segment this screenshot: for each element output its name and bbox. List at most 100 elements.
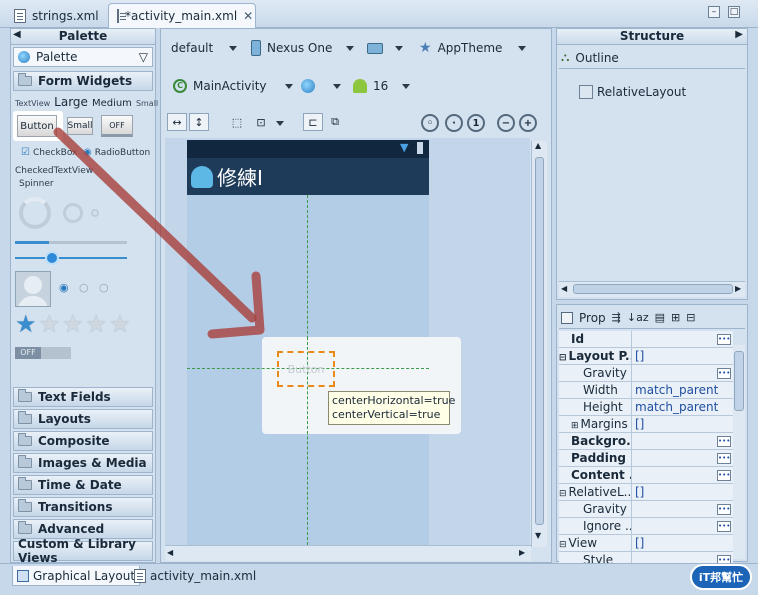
property-row[interactable]: Ignore ... •••	[559, 518, 733, 535]
collapse-right-icon[interactable]: ▶	[735, 29, 743, 40]
scroll-right-icon[interactable]: ▶	[735, 284, 741, 293]
collapse-icon[interactable]: ⊟	[559, 353, 567, 363]
property-value[interactable]: []	[631, 535, 733, 551]
show-advanced-icon[interactable]: ⇶	[612, 311, 621, 324]
property-value[interactable]: •••	[631, 331, 733, 347]
property-name-text: Gravity	[583, 366, 627, 380]
browse-button[interactable]: •••	[717, 435, 731, 447]
property-row[interactable]: ⊟Layout P... []	[559, 348, 733, 365]
canvas-horizontal-scrollbar[interactable]: ◀ ▶	[165, 545, 531, 561]
property-name: Height	[559, 400, 631, 414]
property-value-text: []	[635, 349, 645, 363]
property-name-text: Content ...	[571, 468, 631, 482]
properties-panel: Prop ⇶ ↓az ▤ ⊞ ⊟ Id•••⊟Layout P...[]Grav…	[556, 304, 748, 569]
bottom-tab-label: Graphical Layout	[33, 568, 136, 583]
property-name: Gravity	[559, 502, 631, 516]
bottom-tab-label: activity_main.xml	[150, 569, 257, 583]
editor-bottom-tabs: Graphical Layout activity_main.xml iT邦幫忙	[0, 563, 758, 595]
scroll-up-icon[interactable]: ▲	[535, 141, 541, 150]
property-value[interactable]: •••	[631, 433, 733, 449]
outline-tree-item-relativelayout[interactable]: RelativeLayout	[579, 85, 686, 99]
property-name: Id	[559, 332, 631, 346]
outline-label: Outline	[575, 50, 619, 65]
outline-horizontal-scrollbar[interactable]: ◀ ▶	[559, 281, 745, 297]
property-row[interactable]: Backgro... •••	[559, 433, 733, 450]
property-row[interactable]: ⊞ Margins []	[559, 416, 733, 433]
property-value-text: match_parent	[635, 400, 719, 414]
property-name-text: Ignore ...	[583, 519, 631, 533]
browse-button[interactable]: •••	[717, 333, 731, 345]
properties-header: Prop ⇶ ↓az ▤ ⊞ ⊟	[559, 307, 745, 329]
collapse-all-icon[interactable]: ⊟	[686, 311, 695, 324]
scroll-left-icon[interactable]: ◀	[167, 548, 173, 557]
property-name-text: Padding ...	[571, 451, 631, 465]
collapse-icon[interactable]: ⊟	[559, 489, 567, 499]
scroll-right-icon[interactable]: ▶	[519, 548, 525, 557]
property-row[interactable]: ⊟ View []	[559, 535, 733, 552]
expand-icon[interactable]: ⊞	[571, 421, 579, 431]
properties-icon	[561, 311, 573, 324]
property-name: Ignore ...	[559, 519, 631, 533]
property-value-text: match_parent	[635, 383, 719, 397]
scroll-thumb[interactable]	[734, 351, 744, 411]
scroll-down-icon[interactable]: ▼	[535, 531, 541, 540]
property-value-text: []	[635, 417, 645, 431]
property-name: Width	[559, 383, 631, 397]
property-name: Padding ...	[559, 451, 631, 465]
property-row[interactable]: ⊟ RelativeL... []	[559, 484, 733, 501]
property-value[interactable]: []	[631, 484, 733, 500]
property-row[interactable]: Gravity •••	[559, 501, 733, 518]
property-row[interactable]: Content ... •••	[559, 467, 733, 484]
property-name: Content ...	[559, 468, 631, 482]
structure-header: Structure ▶	[557, 29, 747, 45]
property-name-text: Id	[571, 332, 585, 346]
properties-scrollbar[interactable]	[733, 345, 745, 559]
property-row[interactable]: Gravity •••	[559, 365, 733, 382]
property-row[interactable]: Width match_parent	[559, 382, 733, 399]
property-value-text: []	[635, 536, 645, 550]
browse-button[interactable]: •••	[717, 503, 731, 515]
scroll-left-icon[interactable]: ◀	[561, 284, 567, 293]
property-value[interactable]: match_parent	[631, 382, 733, 398]
property-name: ⊟ RelativeL...	[559, 485, 631, 499]
property-value[interactable]: •••	[631, 450, 733, 466]
property-value[interactable]: •••	[631, 467, 733, 483]
property-value[interactable]: match_parent	[631, 399, 733, 415]
property-name-text: View	[568, 536, 598, 550]
property-row[interactable]: Height match_parent	[559, 399, 733, 416]
outline-view-header[interactable]: ⛬ Outline	[559, 47, 745, 69]
canvas-vertical-scrollbar[interactable]: ▲ ▼	[531, 141, 547, 547]
property-name: Gravity	[559, 366, 631, 380]
property-value[interactable]: []	[631, 416, 733, 432]
collapse-icon[interactable]: ⊟	[559, 540, 567, 550]
scroll-thumb[interactable]	[535, 157, 544, 525]
property-row[interactable]: Padding ... •••	[559, 450, 733, 467]
filter-icon[interactable]: ▤	[655, 311, 665, 324]
property-name-text: Layout P...	[568, 349, 631, 363]
property-row[interactable]: Id •••	[559, 331, 733, 348]
outline-icon: ⛬	[561, 50, 570, 64]
browse-button[interactable]: •••	[717, 452, 731, 464]
scroll-thumb[interactable]	[573, 284, 733, 294]
browse-button[interactable]: •••	[717, 469, 731, 481]
structure-panel: Structure ▶ ⛬ Outline RelativeLayout ◀ ▶	[556, 28, 748, 300]
tab-graphical-layout[interactable]: Graphical Layout	[12, 566, 141, 586]
tab-activity-main-source[interactable]: activity_main.xml	[130, 566, 260, 586]
property-name: ⊞ Margins	[559, 417, 631, 431]
graphical-layout-icon	[17, 569, 29, 582]
properties-title: Prop	[579, 310, 606, 325]
property-name-text: Margins	[580, 417, 628, 431]
property-value[interactable]: •••	[631, 518, 733, 534]
arrow-shaft	[53, 127, 257, 323]
property-value[interactable]: •••	[631, 501, 733, 517]
relativelayout-icon	[579, 85, 593, 99]
expand-all-icon[interactable]: ⊞	[671, 311, 680, 324]
structure-title: Structure	[619, 29, 685, 43]
property-value[interactable]: •••	[631, 365, 733, 381]
property-value[interactable]: []	[631, 348, 733, 364]
watermark-logo: iT邦幫忙	[690, 564, 752, 590]
browse-button[interactable]: •••	[717, 520, 731, 532]
sort-alpha-icon[interactable]: ↓az	[627, 311, 649, 324]
browse-button[interactable]: •••	[717, 367, 731, 379]
property-name: ⊟Layout P...	[559, 349, 631, 363]
